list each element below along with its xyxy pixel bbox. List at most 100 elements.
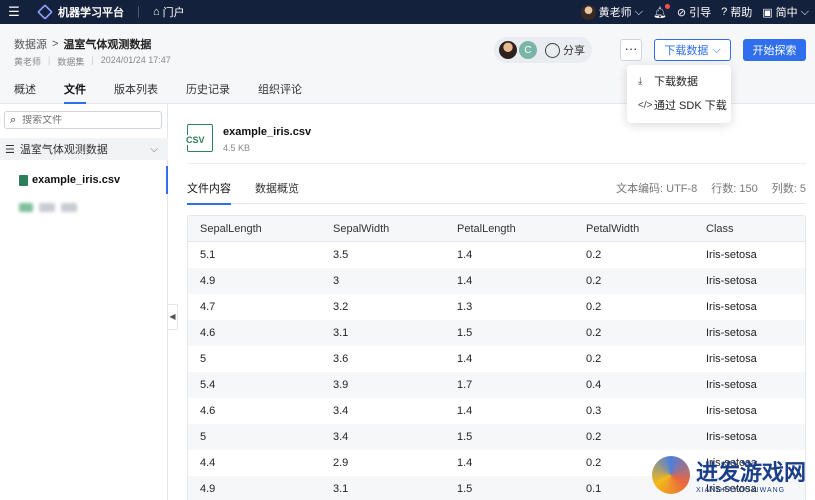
share-label: 分享: [563, 45, 585, 57]
tab-history[interactable]: 历史记录: [172, 76, 244, 104]
more-button[interactable]: ···: [620, 39, 642, 61]
tab-versions[interactable]: 版本列表: [100, 76, 172, 104]
table-row[interactable]: 4.6 3.4 1.4 0.3 Iris-setosa: [188, 398, 805, 424]
table-row[interactable]: 5 3.4 1.5 0.2 Iris-setosa: [188, 424, 805, 450]
table-cell: 3.4: [333, 431, 349, 443]
table-cell: 3.1: [333, 327, 349, 339]
table-cell: 4.9: [200, 275, 216, 287]
portal-link[interactable]: ⌂ 门户: [153, 4, 185, 20]
table-cell: 5: [200, 353, 207, 365]
column-header[interactable]: PetalLength: [445, 223, 574, 235]
help-label: 帮助: [730, 7, 753, 19]
table-cell: Iris-setosa: [706, 405, 757, 417]
download-data-item[interactable]: ⤓ 下载数据: [627, 69, 731, 93]
dataset-meta: 黄老师 | 数据集 | 2024/01/24 17:47: [14, 55, 171, 68]
user-menu[interactable]: 黄老师 ⌵: [580, 4, 643, 20]
file-icon: [19, 203, 33, 212]
avatar-letter: C: [519, 41, 537, 59]
file-size: 4.5 KB: [223, 143, 251, 153]
tab-overview[interactable]: 概述: [0, 76, 50, 104]
table-cell: 0.2: [586, 327, 602, 339]
table-cell: 0.2: [586, 275, 602, 287]
table-cell: 0.2: [586, 353, 602, 365]
collaborators-pill[interactable]: C 分享: [494, 37, 592, 63]
csv-file-icon: [19, 174, 28, 186]
watermark-logo: 进发游戏网 XIANGFAYOUXIWANG: [652, 455, 806, 494]
table-cell: 4.6: [200, 405, 216, 417]
owner-name: 黄老师: [14, 57, 42, 67]
table-row[interactable]: 5 3.6 1.4 0.2 Iris-setosa: [188, 346, 805, 372]
dataset-type: 数据集: [57, 57, 85, 67]
tab-data-overview[interactable]: 数据概览: [255, 176, 299, 204]
table-row[interactable]: 4.6 3.1 1.5 0.2 Iris-setosa: [188, 320, 805, 346]
column-header[interactable]: PetalWidth: [574, 223, 694, 235]
column-header[interactable]: SepalWidth: [321, 223, 445, 235]
table-row[interactable]: 4.7 3.2 1.3 0.2 Iris-setosa: [188, 294, 805, 320]
top-bar: ☰ 机器学习平台 ⌂ 门户 黄老师 ⌵ 🔔︎ ⊘ 引导 ? 帮助 ▣ 简中 ⌵: [0, 0, 815, 24]
tab-file-content[interactable]: 文件内容: [187, 176, 231, 205]
column-header[interactable]: Class: [694, 223, 805, 235]
sdk-download-item[interactable]: </> 通过 SDK 下载: [627, 93, 731, 117]
page-title: 温室气体观测数据: [63, 39, 152, 51]
divider: [187, 163, 806, 164]
table-cell: 3.6: [333, 353, 349, 365]
chevron-down-icon[interactable]: ⌵: [150, 144, 158, 155]
folder-row[interactable]: ☰ 温室气体观测数据 ⌵: [0, 138, 168, 160]
language-icon: ▣: [762, 6, 773, 19]
tab-comments[interactable]: 组织评论: [244, 76, 316, 104]
watermark-title: 进发游戏网: [696, 461, 807, 486]
guide-link[interactable]: ⊘ 引导: [677, 4, 711, 20]
table-cell: 0.2: [586, 249, 602, 261]
divider: [138, 6, 139, 18]
language-switch[interactable]: ▣ 简中 ⌵: [762, 4, 809, 20]
file-sidebar: ⌕ ☰ 温室气体观测数据 ⌵ example_iris.csv: [0, 104, 168, 500]
table-cell: 1.4: [457, 249, 473, 261]
table-cell: 1.5: [457, 327, 473, 339]
table-row[interactable]: 5.4 3.9 1.7 0.4 Iris-setosa: [188, 372, 805, 398]
breadcrumb-parent[interactable]: 数据源: [14, 36, 47, 52]
help-link[interactable]: ? 帮助: [721, 4, 752, 20]
chevron-down-icon: ⌵: [800, 5, 809, 18]
file-item[interactable]: example_iris.csv: [0, 166, 168, 194]
csv-icon-label: CSV: [185, 135, 206, 145]
column-header[interactable]: SepalLength: [188, 223, 321, 235]
download-button[interactable]: 下载数据 ⌵: [654, 39, 731, 61]
file-name: example_iris.csv: [223, 126, 312, 138]
table-header-row: SepalLength SepalWidth PetalLength Petal…: [188, 216, 805, 242]
search-icon: ⌕: [10, 113, 17, 126]
table-cell: 3.1: [333, 483, 349, 495]
table-cell: 4.6: [200, 327, 216, 339]
table-cell: 0.3: [586, 405, 602, 417]
app-logo[interactable]: 机器学习平台: [37, 4, 124, 20]
dropdown-item-label: 下载数据: [654, 76, 698, 88]
portal-label: 门户: [162, 7, 185, 19]
search-box[interactable]: ⌕: [4, 111, 162, 129]
table-cell: 1.5: [457, 431, 473, 443]
tab-files[interactable]: 文件: [50, 76, 100, 104]
search-input[interactable]: [22, 114, 153, 126]
file-header: CSV example_iris.csv 4.5 KB: [185, 124, 312, 153]
start-explore-button[interactable]: 开始探索: [743, 39, 806, 61]
blurred-file-item[interactable]: [19, 203, 77, 212]
breadcrumb: 数据源 > 温室气体观测数据: [14, 36, 151, 52]
notification-bell[interactable]: 🔔︎: [653, 3, 670, 19]
app-name: 机器学习平台: [58, 7, 124, 19]
row-count-stat: 行数: 150: [711, 183, 758, 195]
table-row[interactable]: 4.9 3 1.4 0.2 Iris-setosa: [188, 268, 805, 294]
chevron-down-icon: ⌵: [712, 43, 721, 56]
table-cell: 3: [333, 275, 340, 287]
notification-dot: [664, 3, 670, 9]
download-label: 下载数据: [664, 45, 709, 57]
table-cell: 1.7: [457, 379, 473, 391]
table-cell: 1.4: [457, 405, 473, 417]
blurred-text: [61, 203, 77, 212]
share-button[interactable]: 分享: [545, 42, 585, 58]
column-count-stat: 列数: 5: [771, 183, 806, 195]
menu-icon[interactable]: ☰: [0, 4, 28, 20]
collapse-sidebar-button[interactable]: ◀: [168, 304, 178, 330]
blurred-text: [39, 203, 55, 212]
language-label: 简中: [775, 7, 798, 19]
file-stats: 文本编码: UTF-8 行数: 150 列数: 5: [616, 176, 806, 203]
table-cell: 0.2: [586, 431, 602, 443]
table-row[interactable]: 5.1 3.5 1.4 0.2 Iris-setosa: [188, 242, 805, 268]
